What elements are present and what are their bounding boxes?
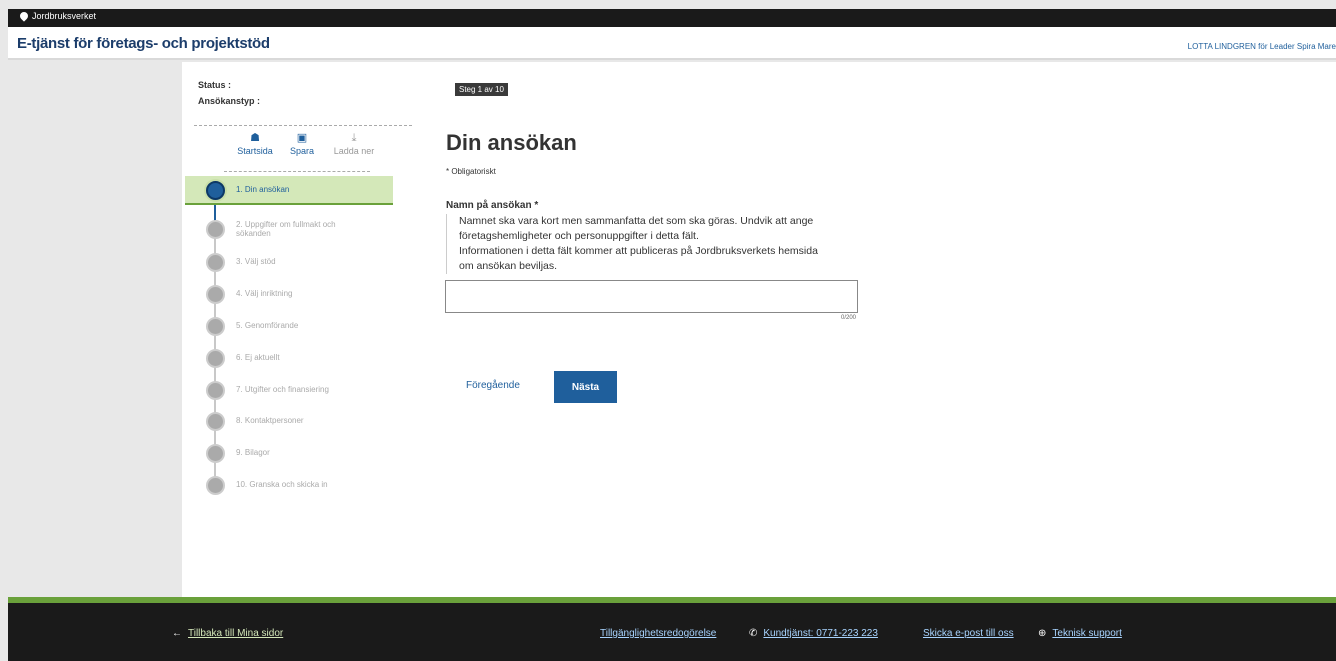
globe-icon: ⊕ [1038, 628, 1047, 639]
required-note: * Obligatoriskt [446, 167, 496, 176]
next-button[interactable]: Nästa [554, 371, 617, 403]
sidebar: Status : Ansökanstyp : ☗ Startsida ▣ Spa… [182, 62, 424, 597]
main-content: Steg 1 av 10 Din ansökan * Obligatoriskt… [424, 62, 1336, 597]
application-name-label: Namn på ansökan * [446, 200, 539, 211]
step-indicator [206, 381, 225, 400]
footer: ← Tillbaka till Mina sidor Tillgänglighet… [8, 603, 1336, 661]
save-icon: ▣ [296, 132, 308, 144]
back-to-my-pages-link[interactable]: ← Tillbaka till Mina sidor [172, 628, 283, 639]
leaf-icon [18, 10, 30, 22]
tech-support-link[interactable]: ⊕ Teknisk support [1038, 628, 1122, 639]
step-1[interactable]: 1. Din ansökan [185, 176, 393, 205]
save-button[interactable]: ▣ Spara [282, 132, 322, 156]
arrow-left-icon: ← [172, 628, 182, 639]
step-indicator [206, 349, 225, 368]
home-icon: ☗ [250, 132, 260, 144]
divider [194, 125, 412, 126]
page-title: Din ansökan [446, 130, 577, 155]
home-button[interactable]: ☗ Startsida [235, 132, 275, 156]
application-type-label: Ansökanstyp : [198, 96, 261, 106]
email-link[interactable]: Skicka e-post till oss [923, 628, 1014, 639]
download-icon: ⤓ [351, 132, 357, 144]
step-4[interactable]: 4. Välj inriktning [185, 280, 393, 309]
download-button[interactable]: ⤓ Ladda ner [330, 132, 378, 156]
step-2[interactable]: 2. Uppgifter om fullmakt och sökanden [185, 215, 393, 244]
step-3[interactable]: 3. Välj stöd [185, 248, 393, 277]
jordbruksverket-logo[interactable]: Jordbruksverket [18, 10, 97, 22]
accessibility-statement-link[interactable]: Tillgänglighetsredogörelse [600, 628, 716, 639]
step-6[interactable]: 6. Ej aktuellt [185, 344, 393, 373]
step-7[interactable]: 7. Utgifter och finansiering [185, 376, 393, 405]
step-indicator [206, 220, 225, 239]
user-name[interactable]: LOTTA LINDGREN för Leader Spira Mare [1188, 42, 1336, 51]
character-counter: 0/200 [840, 315, 856, 321]
phone-icon: ✆ [749, 628, 758, 639]
step-indicator [206, 181, 225, 200]
customer-service-link[interactable]: ✆ Kundtjänst: 0771-223 223 [749, 628, 878, 639]
step-indicator [206, 253, 225, 272]
step-8[interactable]: 8. Kontaktpersoner [185, 407, 393, 436]
app-header: E-tjänst för företags- och projektstöd L… [8, 27, 1336, 60]
logo-text: Jordbruksverket [32, 11, 97, 21]
step-indicator [206, 317, 225, 336]
step-9[interactable]: 9. Bilagor [185, 439, 393, 468]
step-indicator [206, 412, 225, 431]
step-10[interactable]: 10. Granska och skicka in [185, 471, 393, 500]
step-indicator [206, 285, 225, 304]
top-brand-bar: Jordbruksverket [8, 9, 1336, 27]
divider [224, 171, 370, 172]
step-indicator [206, 476, 225, 495]
status-label: Status : [198, 80, 232, 90]
previous-button[interactable]: Föregående [466, 380, 520, 391]
step-indicator [206, 444, 225, 463]
application-name-input[interactable] [445, 280, 858, 313]
step-5[interactable]: 5. Genomförande [185, 312, 393, 341]
field-help-text: Namnet ska vara kort men sammanfatta det… [446, 214, 858, 274]
app-title: E-tjänst för företags- och projektstöd [17, 35, 270, 52]
step-badge: Steg 1 av 10 [455, 83, 508, 96]
